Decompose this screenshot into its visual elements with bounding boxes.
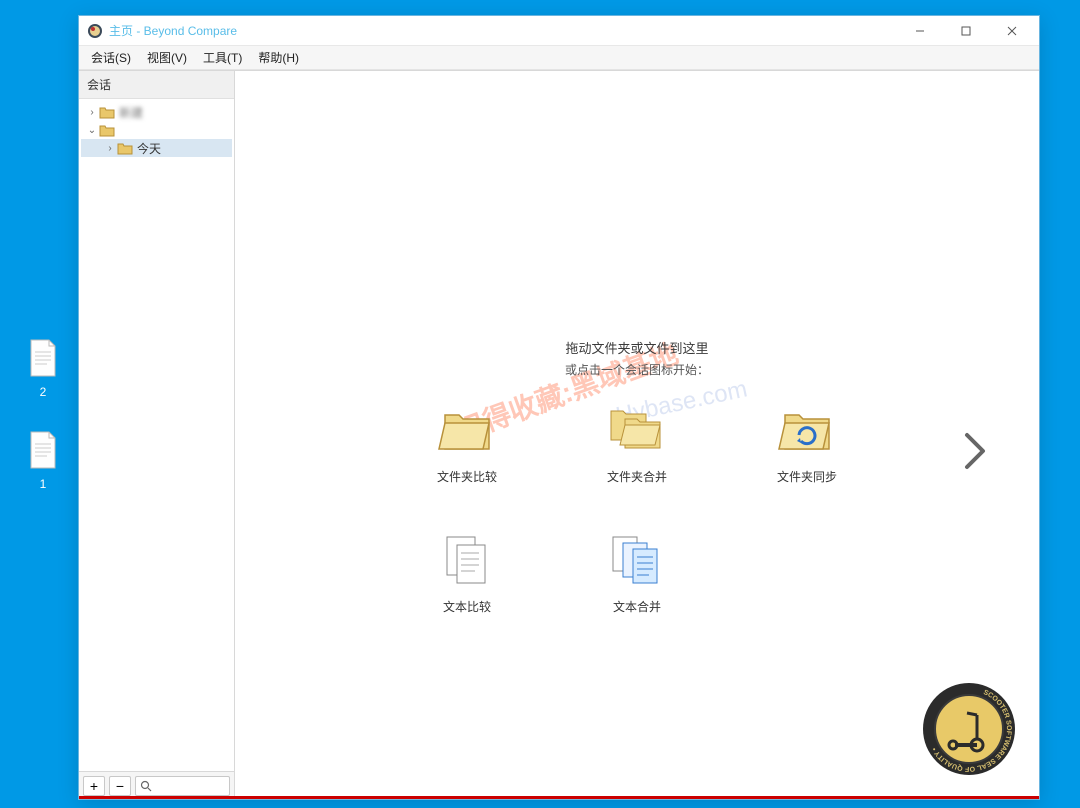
session-text-compare[interactable]: 文本比较 [427, 531, 507, 615]
tree-item-root[interactable]: ⌄ [81, 121, 232, 139]
sidebar-footer: + − [79, 771, 234, 799]
chevron-down-icon[interactable]: ⌄ [85, 125, 99, 136]
drop-title: 拖动文件夹或文件到这里 [235, 338, 1039, 357]
folder-icon [117, 141, 133, 155]
tree-label: 今天 [137, 140, 161, 157]
add-session-button[interactable]: + [83, 776, 105, 796]
desktop-file-icon-1[interactable]: 1 [18, 430, 68, 491]
session-label: 文件夹同步 [767, 468, 847, 485]
search-input[interactable] [135, 776, 230, 796]
main-area[interactable]: 记得收藏:黑域基地 Hybase.com 拖动文件夹或文件到这里 或点击一个会话… [235, 71, 1039, 799]
session-folder-sync[interactable]: 文件夹同步 [767, 401, 847, 485]
close-button[interactable] [989, 16, 1035, 46]
next-page-button[interactable] [961, 429, 989, 478]
session-folder-merge[interactable]: 文件夹合并 [597, 401, 677, 485]
tree-item-new[interactable]: › 新建 [81, 103, 232, 121]
desktop-icon-label: 1 [18, 477, 68, 491]
menu-help[interactable]: 帮助(H) [250, 46, 307, 69]
chevron-right-icon[interactable]: › [85, 107, 99, 118]
folder-icon [99, 105, 115, 119]
session-tree[interactable]: › 新建 ⌄ › 今天 [79, 99, 234, 771]
text-file-icon [27, 430, 59, 470]
menu-tools[interactable]: 工具(T) [195, 46, 250, 69]
desktop-file-icon-2[interactable]: 2 [18, 338, 68, 399]
tree-item-today[interactable]: › 今天 [81, 139, 232, 157]
session-label: 文件夹比较 [427, 468, 507, 485]
chevron-right-icon [961, 429, 989, 473]
drop-hint: 拖动文件夹或文件到这里 或点击一个会话图标开始： [235, 338, 1039, 382]
text-merge-icon [607, 531, 667, 587]
desktop-icon-label: 2 [18, 385, 68, 399]
window-accent-line [79, 796, 1039, 799]
session-text-merge[interactable]: 文本合并 [597, 531, 677, 615]
sidebar: 会话 › 新建 ⌄ › 今天 + [79, 71, 235, 799]
session-folder-compare[interactable]: 文件夹比较 [427, 401, 507, 485]
tree-label: 新建 [119, 104, 143, 121]
spacer [767, 531, 847, 615]
text-file-icon [27, 338, 59, 378]
text-compare-icon [437, 531, 497, 587]
drop-subtitle: 或点击一个会话图标开始： [235, 361, 1039, 378]
folder-open-icon [99, 123, 115, 137]
menubar: 会话(S) 视图(V) 工具(T) 帮助(H) [79, 46, 1039, 70]
session-label: 文本比较 [427, 598, 507, 615]
folder-sync-icon [777, 401, 837, 457]
chevron-right-icon[interactable]: › [103, 143, 117, 154]
folder-compare-icon [437, 401, 497, 457]
titlebar[interactable]: 主页 - Beyond Compare [79, 16, 1039, 46]
menu-session[interactable]: 会话(S) [83, 46, 139, 69]
search-icon [140, 780, 152, 792]
session-label: 文件夹合并 [597, 468, 677, 485]
sidebar-header: 会话 [79, 71, 234, 99]
folder-merge-icon [607, 401, 667, 457]
window-title: 主页 - Beyond Compare [109, 22, 237, 39]
session-label: 文本合并 [597, 598, 677, 615]
maximize-button[interactable] [943, 16, 989, 46]
scooter-seal-logo: SCOOTER SOFTWARE SEAL OF QUALITY • [919, 679, 1019, 779]
minimize-button[interactable] [897, 16, 943, 46]
app-icon [87, 23, 103, 39]
menu-view[interactable]: 视图(V) [139, 46, 195, 69]
app-window: 主页 - Beyond Compare 会话(S) 视图(V) 工具(T) 帮助… [78, 15, 1040, 800]
remove-session-button[interactable]: − [109, 776, 131, 796]
